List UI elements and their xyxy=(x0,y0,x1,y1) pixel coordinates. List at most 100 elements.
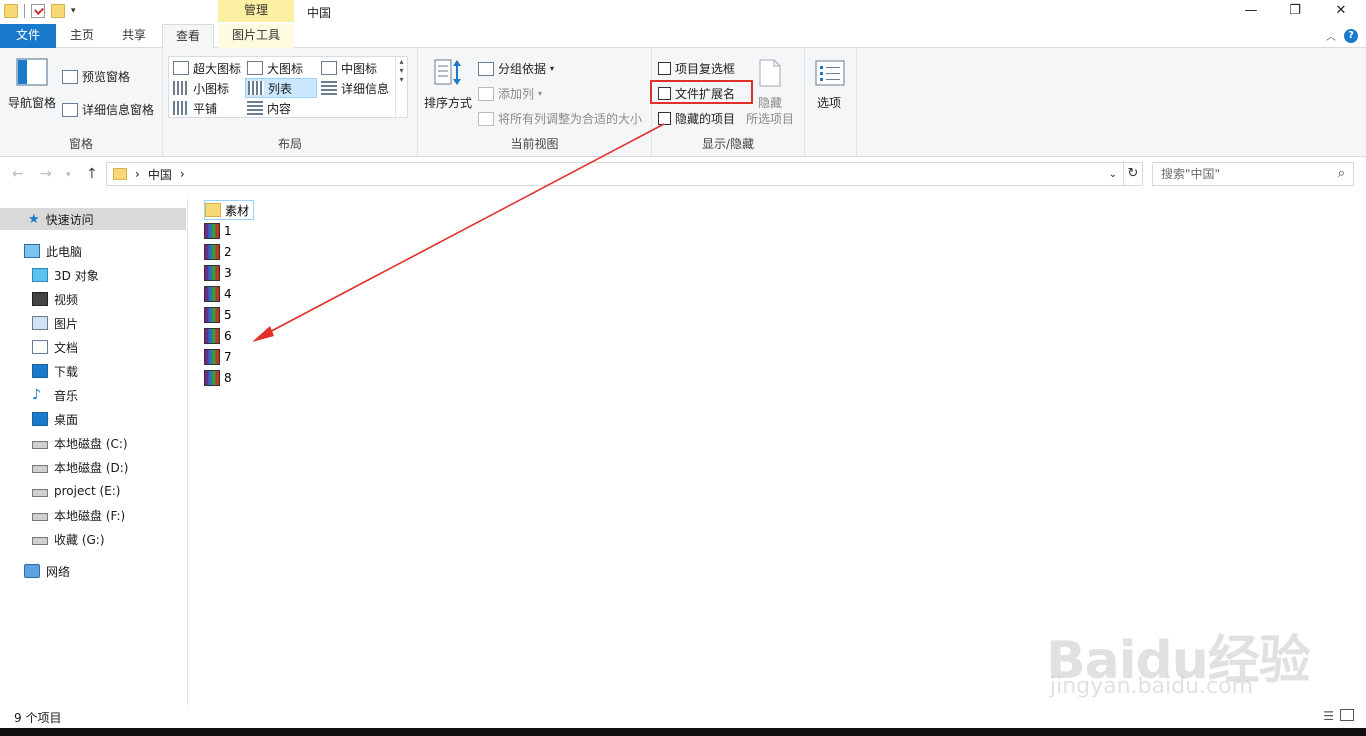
list-item-folder[interactable]: 素材 xyxy=(204,200,255,220)
group-label-panes: 窗格 xyxy=(68,137,93,151)
sidebar-item[interactable]: project (E:) xyxy=(0,480,186,502)
sort-by-button[interactable]: 排序方式 xyxy=(424,94,472,111)
size-all-columns-label: 将所有列调整为合适的大小 xyxy=(498,112,643,126)
tab-picture-tools[interactable]: 图片工具 xyxy=(218,24,294,48)
list-item[interactable]: 1 xyxy=(204,221,232,241)
tab-home[interactable]: 主页 xyxy=(58,24,106,48)
layout-tiles[interactable]: 平铺 xyxy=(173,98,217,118)
add-column-button[interactable]: 添加列 ▾ xyxy=(478,85,542,102)
item-checkboxes-toggle[interactable]: 项目复选框 xyxy=(658,60,735,77)
details-view-icon[interactable]: ☰ xyxy=(1323,709,1334,723)
sidebar-item[interactable]: 本地磁盘 (C:) xyxy=(0,432,186,454)
help-icon[interactable]: ? xyxy=(1344,28,1358,43)
refresh-icon[interactable]: ↻ xyxy=(1123,162,1143,186)
breadcrumb-current[interactable]: 中国 xyxy=(148,166,172,183)
address-bar[interactable]: › 中国 › ⌄ xyxy=(106,162,1124,186)
layout-small-icons[interactable]: 小图标 xyxy=(173,78,229,98)
size-all-columns-button[interactable]: 将所有列调整为合适的大小 xyxy=(478,110,642,127)
chevron-down-icon: ▾ xyxy=(538,89,543,98)
group-panes: 导航窗格 预览窗格 详细信息窗格 窗格 xyxy=(0,48,163,156)
sidebar-item[interactable]: 文档 xyxy=(0,336,186,358)
sidebar-item[interactable]: 3D 对象 xyxy=(0,264,186,286)
annotation-highlight-box xyxy=(650,80,753,104)
list-icon xyxy=(248,81,264,95)
ribbon-tabs: 文件 主页 共享 查看 图片工具 xyxy=(0,24,1366,49)
layout-details[interactable]: 详细信息 xyxy=(321,78,389,98)
tab-share[interactable]: 共享 xyxy=(110,24,158,48)
navigation-pane-button[interactable]: 导航窗格 xyxy=(8,94,56,111)
sidebar-item-this-pc[interactable]: 此电脑 xyxy=(0,240,186,262)
maximize-button[interactable]: ❐ xyxy=(1272,0,1318,22)
list-item[interactable]: 6 xyxy=(204,326,232,346)
archive-icon xyxy=(204,307,220,323)
close-button[interactable]: ✕ xyxy=(1318,0,1364,22)
sidebar-item-network[interactable]: 网络 xyxy=(0,560,186,582)
tab-view[interactable]: 查看 xyxy=(162,24,214,49)
sidebar-item-quick-access[interactable]: ★ 快速访问 xyxy=(0,208,186,230)
drive-icon xyxy=(32,465,48,473)
layout-content[interactable]: 内容 xyxy=(247,98,291,118)
details-icon xyxy=(321,81,337,95)
layout-extra-large-icons[interactable]: 超大图标 xyxy=(173,58,241,78)
sidebar-item-label: 音乐 xyxy=(54,388,79,403)
search-input[interactable]: 搜索"中国" ⌕ xyxy=(1152,162,1354,186)
tab-manage[interactable]: 管理 xyxy=(218,0,294,22)
sidebar-item[interactable]: 桌面 xyxy=(0,408,186,430)
sidebar-item[interactable]: 收藏 (G:) xyxy=(0,528,186,550)
details-label: 详细信息 xyxy=(341,81,390,96)
list-item[interactable]: 7 xyxy=(204,347,232,367)
layout-list[interactable]: 列表 xyxy=(245,78,317,98)
new-folder-icon[interactable] xyxy=(51,4,65,18)
tiles-icon xyxy=(173,101,189,115)
sidebar-item[interactable]: 图片 xyxy=(0,312,186,334)
minimize-button[interactable]: — xyxy=(1228,0,1274,22)
list-item[interactable]: 4 xyxy=(204,284,232,304)
hide-selected-button[interactable]: 隐藏 xyxy=(758,94,782,111)
large-icons-icon xyxy=(247,61,263,75)
search-icon[interactable]: ⌕ xyxy=(1338,163,1345,185)
hidden-items-label: 隐藏的项目 xyxy=(675,112,736,126)
sidebar-item[interactable]: 视频 xyxy=(0,288,186,310)
tab-file[interactable]: 文件 xyxy=(0,24,56,48)
options-label: 选项 xyxy=(817,96,842,110)
music-icon: ♪ xyxy=(32,388,48,402)
sidebar-item[interactable]: ♪ 音乐 xyxy=(0,384,186,406)
customize-toolbar-chevron-icon[interactable]: ▾ xyxy=(71,6,76,16)
layout-gallery-scroll[interactable]: ▴ ▾ ▾ xyxy=(395,57,407,117)
layout-large-icons[interactable]: 大图标 xyxy=(247,58,303,78)
recent-locations-chevron-icon[interactable]: ▾ xyxy=(66,170,71,180)
sidebar-item-label: 视频 xyxy=(54,292,79,307)
add-column-label: 添加列 xyxy=(498,87,535,101)
breadcrumb-separator-icon[interactable]: › xyxy=(180,167,185,181)
options-button[interactable]: 选项 xyxy=(817,94,841,111)
item-checkboxes-checkbox[interactable] xyxy=(658,62,671,75)
properties-icon[interactable] xyxy=(31,4,45,18)
list-item[interactable]: 3 xyxy=(204,263,232,283)
group-by-label: 分组依据 xyxy=(498,62,547,76)
forward-arrow-icon[interactable]: → xyxy=(40,166,52,182)
group-by-button[interactable]: 分组依据 ▾ xyxy=(478,60,554,77)
details-pane-button[interactable]: 详细信息窗格 xyxy=(62,101,154,118)
hidden-items-checkbox[interactable] xyxy=(658,112,671,125)
sidebar-item[interactable]: 本地磁盘 (F:) xyxy=(0,504,186,526)
back-arrow-icon[interactable]: ← xyxy=(12,166,24,182)
list-item[interactable]: 5 xyxy=(204,305,232,325)
collapse-ribbon-icon[interactable]: ︿ xyxy=(1326,28,1336,43)
sort-by-icon xyxy=(434,59,461,85)
sidebar-item[interactable]: 下载 xyxy=(0,360,186,382)
sidebar-item-label: 桌面 xyxy=(54,412,79,427)
sidebar-item[interactable]: 本地磁盘 (D:) xyxy=(0,456,186,478)
up-arrow-icon[interactable]: ↑ xyxy=(86,166,98,182)
navigation-pane-label: 导航窗格 xyxy=(8,96,57,110)
list-item[interactable]: 8 xyxy=(204,368,232,388)
drive-icon xyxy=(32,513,48,521)
preview-pane-button[interactable]: 预览窗格 xyxy=(62,68,130,85)
hidden-items-toggle[interactable]: 隐藏的项目 xyxy=(658,110,735,127)
extra-large-icons-icon xyxy=(173,61,189,75)
breadcrumb-separator-icon[interactable]: › xyxy=(135,167,140,181)
list-item[interactable]: 2 xyxy=(204,242,232,262)
address-dropdown-chevron-icon[interactable]: ⌄ xyxy=(1109,169,1117,180)
layout-medium-icons[interactable]: 中图标 xyxy=(321,58,377,78)
large-icons-view-icon[interactable] xyxy=(1340,709,1354,721)
hide-selected-button-line2[interactable]: 所选项目 xyxy=(746,110,794,127)
